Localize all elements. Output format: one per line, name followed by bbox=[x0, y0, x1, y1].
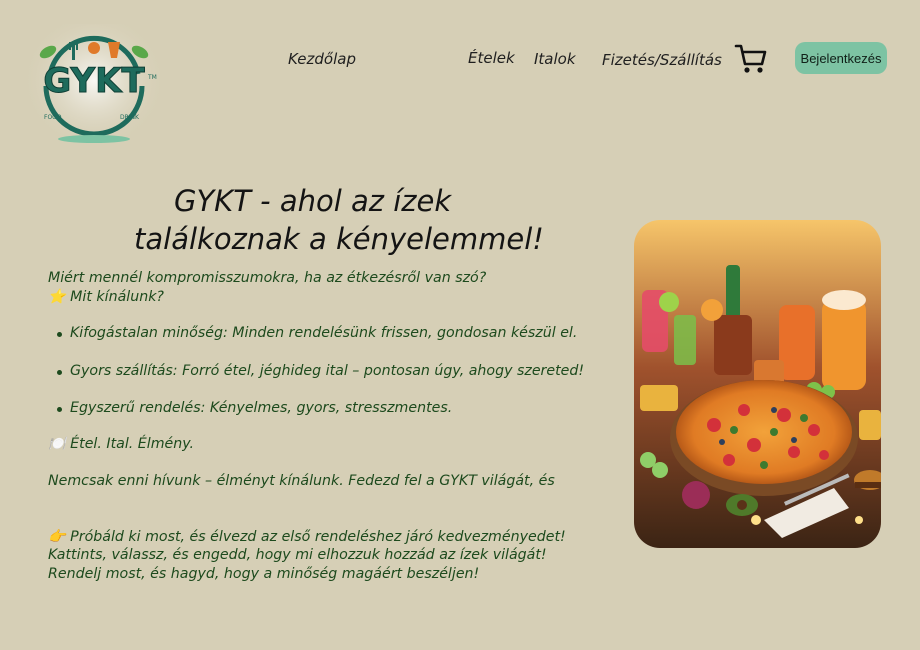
shopping-cart-icon[interactable] bbox=[734, 42, 768, 76]
food-showcase-image bbox=[634, 220, 881, 548]
nav-payment-link[interactable]: Fizetés/Szállítás bbox=[602, 51, 722, 69]
description: Nemcsak enni hívunk – élményt kínálunk. … bbox=[48, 473, 555, 489]
tagline: 🍽️ Étel. Ital. Élmény. bbox=[48, 436, 195, 452]
bullet-icon bbox=[57, 332, 62, 337]
cta-line3: Rendelj most, és hagyd, hogy a minőség m… bbox=[48, 566, 480, 582]
feature-item: Gyors szállítás: Forró étel, jéghideg it… bbox=[70, 363, 585, 379]
intro-offer: ⭐ Mit kínálunk? bbox=[48, 289, 164, 305]
bullet-icon bbox=[57, 370, 62, 375]
nav-home-link[interactable]: Kezdőlap bbox=[288, 50, 356, 68]
nav-food-link[interactable]: Ételek bbox=[468, 49, 515, 67]
feature-item: Kifogástalan minőség: Minden rendelésünk… bbox=[70, 325, 578, 341]
hero-title-line1: GYKT - ahol az ízek bbox=[174, 184, 452, 218]
login-button[interactable]: Bejelentkezés bbox=[795, 42, 887, 74]
intro-question: Miért mennél kompromisszumokra, ha az ét… bbox=[48, 270, 487, 286]
logo-food-caption: FOOD bbox=[44, 114, 62, 121]
logo-drink-caption: DRINK bbox=[120, 114, 140, 121]
feature-item: Egyszerű rendelés: Kényelmes, gyors, str… bbox=[70, 400, 453, 416]
cta-line1: 👉 Próbáld ki most, és élvezd az első ren… bbox=[48, 529, 566, 545]
logo-tm: TM bbox=[147, 74, 157, 81]
hero-title-line2: találkoznak a kényelemmel! bbox=[134, 222, 544, 256]
cta-line2: Kattints, válassz, és engedd, hogy mi el… bbox=[48, 547, 547, 563]
brand-logo[interactable]: GYKT TM FOOD DRINK bbox=[28, 24, 160, 150]
logo-text: GYKT bbox=[43, 61, 145, 101]
nav-drinks-link[interactable]: Italok bbox=[534, 50, 576, 68]
bullet-icon bbox=[57, 407, 62, 412]
